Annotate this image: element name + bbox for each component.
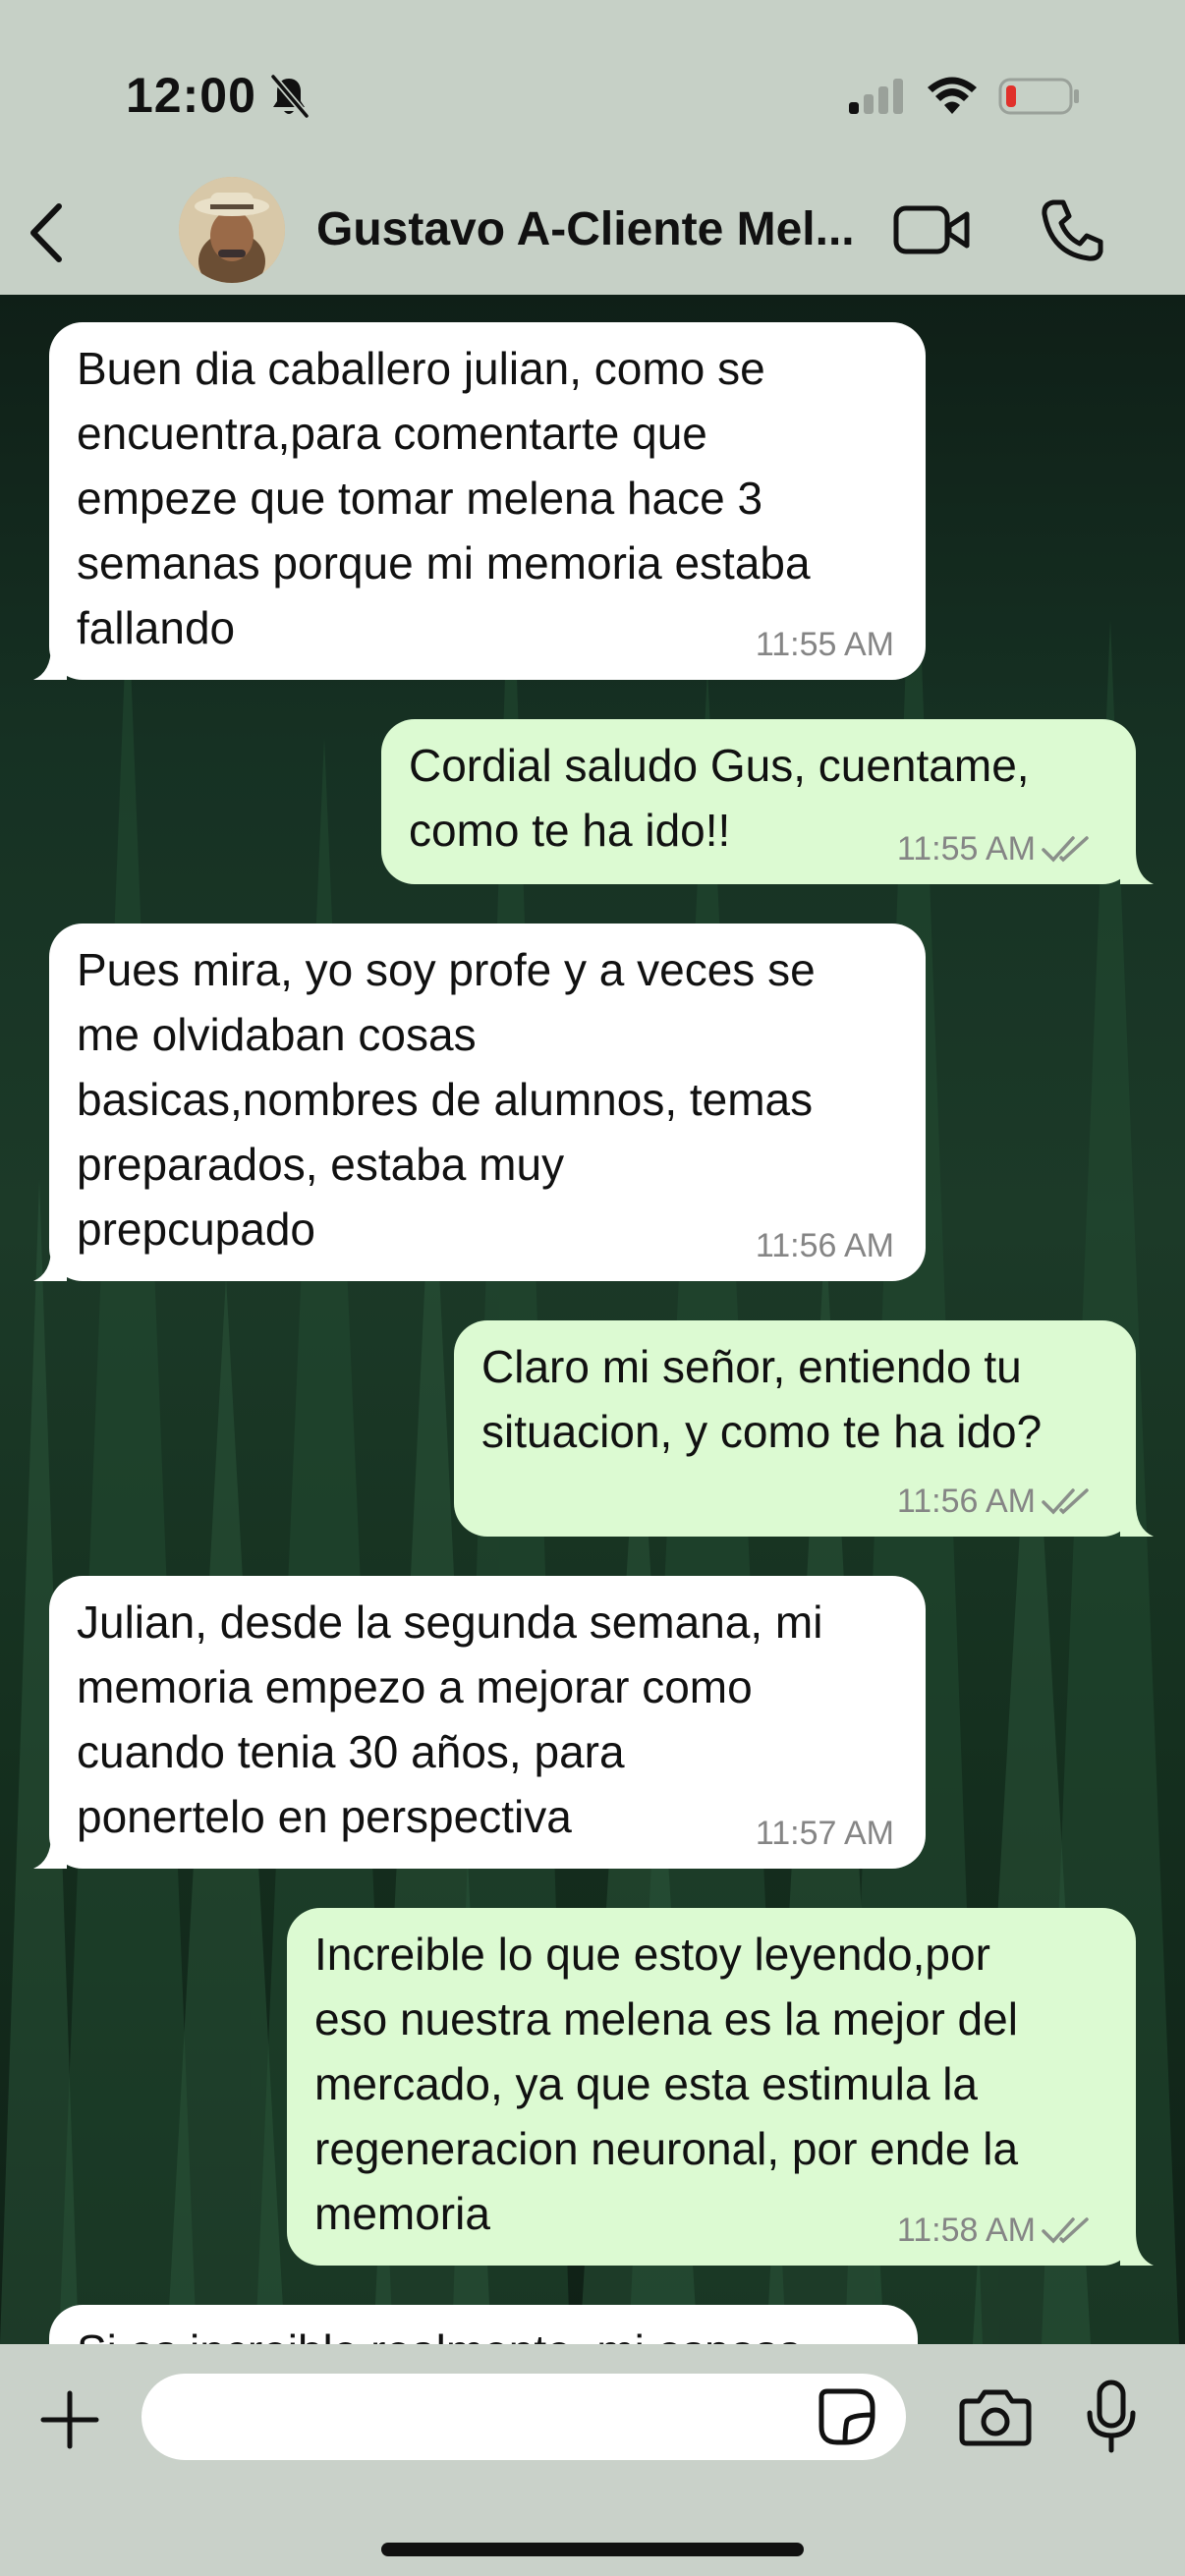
message-meta: 11:55 AM (897, 830, 1093, 868)
message-time: 11:56 AM (896, 1483, 1036, 1520)
message-bubble-incoming[interactable]: Buen dia caballero julian, como se encue… (33, 322, 926, 680)
message-bubble-outgoing[interactable]: Cordial saludo Gus, cuentame, como te ha… (381, 719, 1154, 884)
message-time: 11:56 AM (755, 1227, 894, 1264)
read-receipt-icon (1042, 836, 1089, 863)
video-call-button[interactable] (892, 198, 971, 261)
microphone-button[interactable] (1085, 2380, 1138, 2454)
message-time: 11:55 AM (896, 830, 1036, 868)
message-meta: 11:56 AM (897, 1483, 1093, 1521)
bubble-tail (33, 1248, 67, 1281)
message-text: Increible lo que estoy leyendo,por eso n… (314, 1929, 1019, 2239)
message-time: 11:58 AM (896, 2212, 1036, 2249)
message-meta: 11:58 AM (897, 2212, 1093, 2250)
contact-name[interactable]: Gustavo A-Cliente Mel... (316, 202, 867, 256)
message-text: Pues mira, yo soy profe y a veces se me … (77, 944, 816, 1255)
bubble-tail (1120, 2232, 1154, 2266)
bell-slash-icon (270, 74, 310, 119)
camera-button[interactable] (959, 2387, 1032, 2446)
home-indicator (381, 2543, 804, 2556)
bubble-tail (1120, 851, 1154, 884)
read-receipt-icon (1042, 1488, 1089, 1515)
message-input[interactable] (141, 2374, 906, 2460)
message-text: Claro mi señor, entiendo tu situacion, y… (481, 1341, 1043, 1457)
message-text: Julian, desde la segunda semana, mi memo… (77, 1596, 823, 1842)
message-text: Buen dia caballero julian, como se encue… (77, 343, 811, 653)
attach-plus-button[interactable] (39, 2389, 100, 2450)
bubble-tail (1120, 1503, 1154, 1537)
sticker-button[interactable] (818, 2387, 876, 2446)
message-bubble-incoming[interactable]: Si es increible realmente, mi esposa (49, 2305, 918, 2344)
message-time: 11:57 AM (755, 1815, 894, 1852)
status-time: 12:00 (126, 68, 256, 123)
back-button[interactable] (22, 198, 71, 267)
message-bubble-incoming[interactable]: Pues mira, yo soy profe y a veces se me … (33, 924, 926, 1281)
read-receipt-icon (1042, 2217, 1089, 2244)
battery-low-icon (998, 78, 1079, 115)
voice-call-button[interactable] (1040, 196, 1104, 263)
message-bubble-outgoing[interactable]: Claro mi señor, entiendo tu situacion, y… (454, 1320, 1154, 1537)
bubble-tail (33, 1835, 67, 1869)
wifi-icon (928, 77, 977, 114)
message-text: Si es increible realmente, mi esposa (77, 2319, 803, 2344)
avatar-photo (179, 177, 285, 283)
message-composer (0, 2344, 1185, 2576)
status-bar: 12:00 (0, 0, 1185, 177)
chat-messages[interactable]: Buen dia caballero julian, como se encue… (0, 295, 1185, 2344)
chat-header: Gustavo A-Cliente Mel... (0, 177, 1185, 295)
message-bubble-incoming[interactable]: Julian, desde la segunda semana, mi memo… (33, 1576, 926, 1869)
message-time: 11:55 AM (755, 626, 894, 663)
cellular-signal-icon (849, 79, 903, 114)
contact-avatar[interactable] (179, 177, 285, 283)
bubble-tail (33, 646, 67, 680)
message-bubble-outgoing[interactable]: Increible lo que estoy leyendo,por eso n… (287, 1908, 1154, 2266)
